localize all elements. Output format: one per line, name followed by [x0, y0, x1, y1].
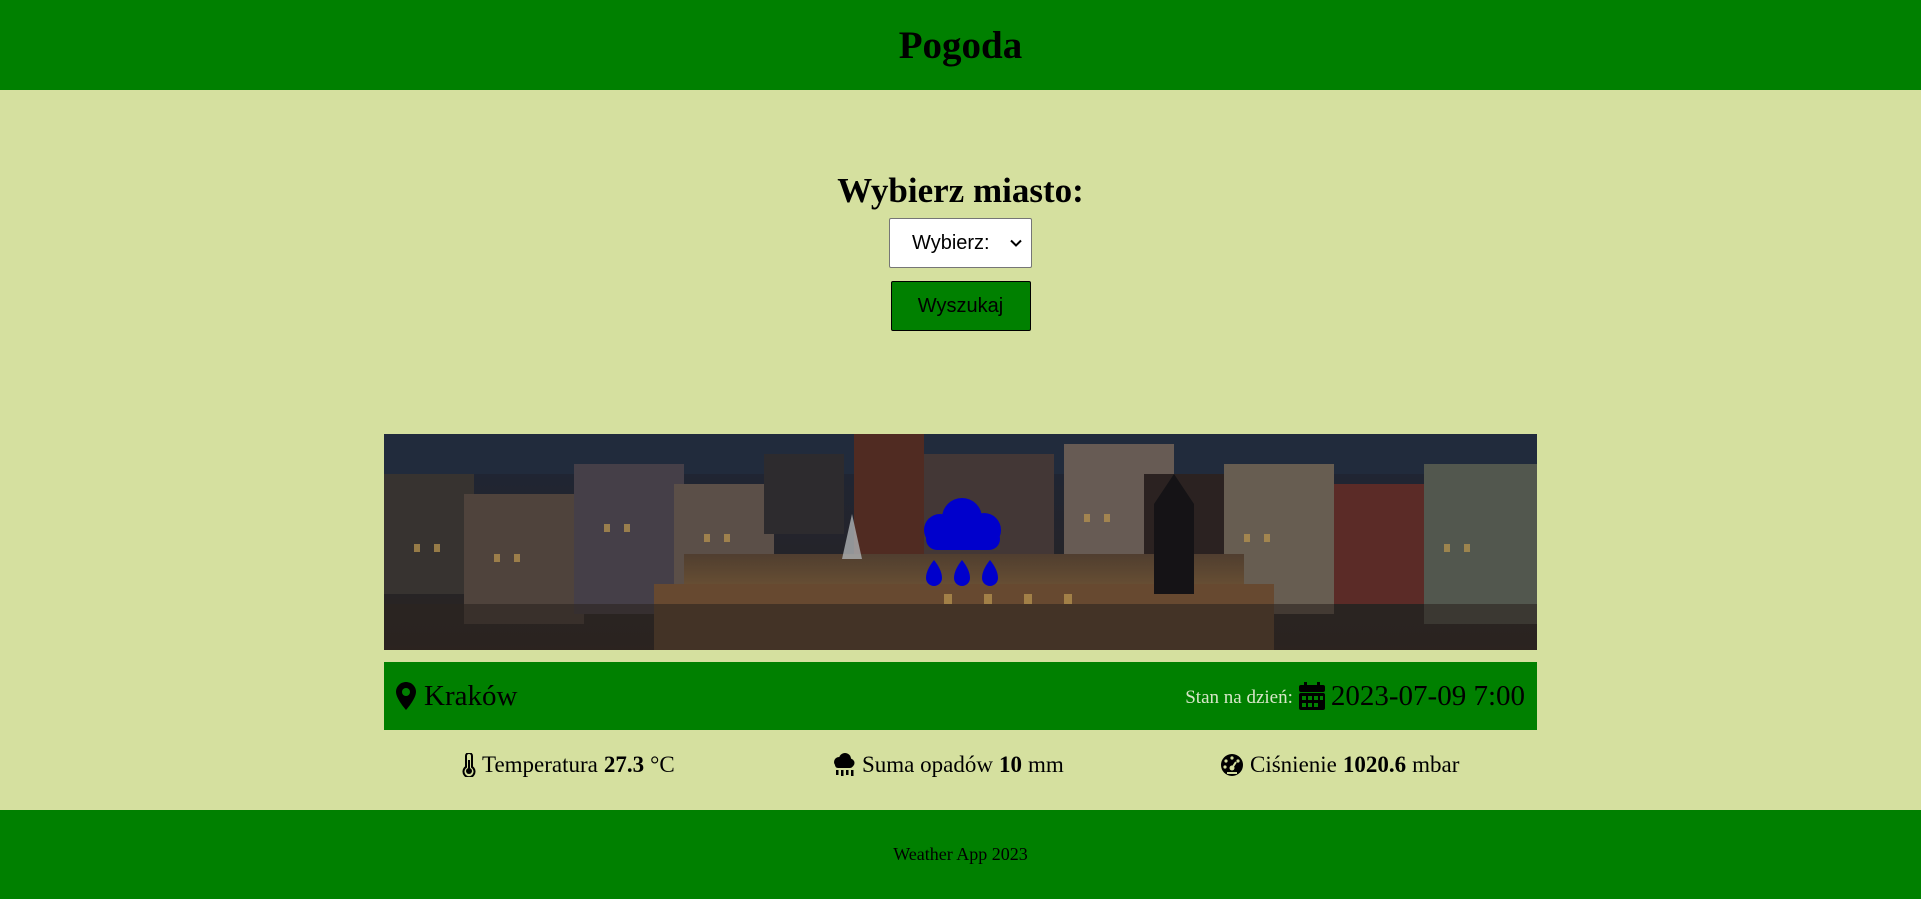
search-heading: Wybierz miasto:: [837, 171, 1084, 210]
temperature-value: 27.3: [603, 752, 645, 777]
precipitation-stat: Suma opadów 10 mm: [832, 752, 1064, 778]
app-header: Pogoda: [0, 0, 1921, 90]
pressure-value: 1020.6: [1342, 752, 1407, 777]
date-value: 2023-07-09 7:00: [1330, 679, 1525, 712]
city-banner: [384, 434, 1537, 650]
precipitation-label: Suma opadów: [862, 752, 993, 777]
search-button[interactable]: Wyszukaj: [890, 281, 1031, 331]
cloud-rain-icon: [834, 753, 855, 776]
observation-date: Stan na dzień: 2023-07-09 7:00: [1185, 680, 1525, 713]
app-footer: Weather App 2023: [0, 810, 1921, 899]
city-name: Kraków: [424, 679, 518, 712]
pressure-unit: mbar: [1412, 752, 1460, 777]
chevron-down-icon: [1010, 239, 1022, 247]
date-prefix: Stan na dzień:: [1185, 687, 1293, 708]
pressure-label: Ciśnienie: [1250, 752, 1337, 777]
city-select[interactable]: Wybierz:: [889, 218, 1032, 268]
weather-stats: Temperatura 27.3 °C Suma opadów 10 mm Ci…: [384, 748, 1537, 788]
footer-text: Weather App 2023: [893, 844, 1028, 864]
page-title: Pogoda: [898, 23, 1023, 67]
gauge-icon: [1221, 754, 1243, 776]
temperature-stat: Temperatura 27.3 °C: [462, 752, 675, 778]
calendar-icon: [1298, 682, 1325, 710]
city-info-bar: Kraków Stan na dzień: 2023-07-09 7:00: [384, 662, 1537, 730]
precipitation-value: 10: [998, 752, 1022, 777]
pressure-stat: Ciśnienie 1020.6 mbar: [1220, 752, 1459, 778]
map-pin-icon: [396, 682, 416, 710]
temperature-unit: °C: [650, 752, 675, 777]
precipitation-unit: mm: [1027, 752, 1064, 777]
temperature-label: Temperatura: [482, 752, 598, 777]
city-location: Kraków: [396, 680, 517, 713]
city-search-form: Wybierz miasto: Wybierz: Wyszukaj: [0, 165, 1921, 331]
city-select-value: Wybierz:: [912, 231, 990, 254]
thermometer-icon: [462, 753, 476, 777]
cloud-rain-icon: [924, 498, 1001, 586]
